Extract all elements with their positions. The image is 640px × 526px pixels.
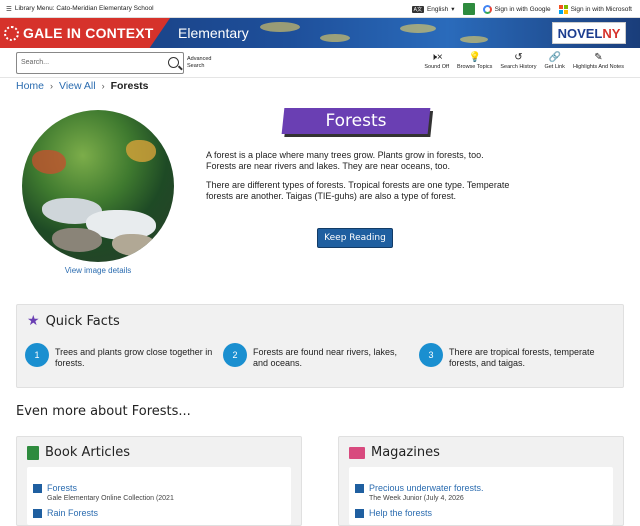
- google-classroom-icon[interactable]: [462, 3, 475, 15]
- fact-text: Forests are found near rivers, lakes, an…: [253, 347, 398, 368]
- summary-paragraph-2: There are different types of forests. Tr…: [206, 180, 510, 201]
- search-placeholder: Search...: [21, 59, 50, 66]
- google-icon: [482, 4, 492, 14]
- view-image-details-link[interactable]: View image details: [22, 266, 174, 275]
- chevron-right-icon: ›: [101, 81, 105, 91]
- quick-facts-header: ★ Quick Facts: [27, 313, 120, 329]
- article-title[interactable]: Forests: [47, 483, 174, 493]
- highlights-notes-button[interactable]: ✎ Highlights And Notes: [573, 52, 624, 70]
- breadcrumb: Home › View All › Forests: [0, 78, 640, 94]
- language-select[interactable]: A文 English ▾: [411, 5, 455, 13]
- summary-paragraph-1: A forest is a place where many trees gro…: [206, 150, 484, 171]
- novelny-logo[interactable]: NOVEL NY: [552, 22, 626, 44]
- advanced-search-link[interactable]: Advanced Search: [187, 56, 217, 70]
- language-label: English: [426, 5, 449, 13]
- google-signin-button[interactable]: Sign in with Google: [482, 4, 551, 14]
- article-icon: [33, 509, 42, 518]
- quick-facts-panel: ★ Quick Facts 1 Trees and plants grow cl…: [16, 304, 624, 388]
- top-bar: ☰ Library Menu: Cato-Meridian Elementary…: [0, 0, 640, 18]
- list-item[interactable]: Rain Forests: [33, 508, 285, 518]
- fact-number: 1: [25, 343, 49, 367]
- speaker-mute-icon: 🕨×: [430, 52, 443, 63]
- fact-number: 2: [223, 343, 247, 367]
- topic-hero: View image details Forests A forest is a…: [0, 94, 640, 294]
- microsoft-signin-label: Sign in with Microsoft: [570, 5, 632, 13]
- link-icon: 🔗: [548, 52, 561, 63]
- fact-item: 2 Forests are found near rivers, lakes, …: [223, 343, 413, 369]
- book-articles-header: Book Articles: [27, 445, 130, 460]
- lightbulb-icon: 💡: [468, 52, 481, 63]
- keep-reading-button[interactable]: Keep Reading: [317, 228, 393, 248]
- novelny-logo-text-a: NOVEL: [557, 25, 603, 41]
- more-heading: Even more about Forests...: [16, 404, 191, 419]
- page-title: Forests: [325, 111, 387, 131]
- microsoft-icon: [558, 4, 568, 14]
- novelny-logo-text-b: NY: [602, 25, 621, 41]
- get-link-label: Get Link: [544, 64, 565, 70]
- library-menu-label: Library Menu: Cato-Meridian Elementary S…: [14, 5, 154, 12]
- article-title[interactable]: Rain Forests: [47, 508, 98, 518]
- google-signin-label: Sign in with Google: [494, 5, 551, 13]
- book-articles-heading: Book Articles: [45, 445, 130, 460]
- translate-icon: A文: [411, 5, 424, 13]
- breadcrumb-home[interactable]: Home: [16, 80, 44, 92]
- fact-item: 3 There are tropical forests, temperate …: [419, 343, 609, 369]
- sound-off-label: Sound Off: [424, 64, 450, 70]
- topic-summary: A forest is a place where many trees gro…: [206, 150, 516, 210]
- microsoft-signin-button[interactable]: Sign in with Microsoft: [558, 4, 632, 14]
- topic-title-band: Forests: [281, 108, 431, 134]
- star-icon: ★: [27, 313, 40, 329]
- fact-text: Trees and plants grow close together in …: [55, 347, 213, 368]
- library-menu[interactable]: ☰ Library Menu: Cato-Meridian Elementary…: [6, 5, 154, 13]
- search-icon[interactable]: [168, 56, 179, 68]
- list-item[interactable]: Precious underwater forests. The Week Jun…: [355, 483, 607, 502]
- breadcrumb-view-all[interactable]: View All: [59, 80, 96, 92]
- article-icon: [355, 484, 364, 493]
- pencil-icon: ✎: [594, 52, 603, 63]
- forest-river-image[interactable]: [22, 110, 174, 262]
- quick-facts-heading: Quick Facts: [45, 313, 120, 329]
- magazine-icon: [349, 446, 365, 459]
- search-history-button[interactable]: ↺ Search History: [500, 52, 536, 70]
- brand-name: GALE IN CONTEXT: [23, 25, 154, 41]
- list-item[interactable]: Forests Gale Elementary Online Collection…: [33, 483, 285, 502]
- level-label: Elementary: [178, 25, 249, 41]
- header-banner: GALE IN CONTEXT Elementary NOVEL NY: [0, 18, 640, 48]
- search-input[interactable]: Search...: [16, 51, 184, 74]
- history-icon: ↺: [514, 52, 523, 63]
- menu-icon: ☰: [6, 5, 12, 13]
- browse-topics-label: Browse Topics: [457, 64, 493, 70]
- browse-topics-button[interactable]: 💡 Browse Topics: [457, 52, 492, 70]
- caret-down-icon: ▾: [451, 6, 455, 13]
- fact-item: 1 Trees and plants grow close together i…: [25, 343, 215, 369]
- article-icon: [355, 509, 364, 518]
- gale-logo[interactable]: GALE IN CONTEXT: [0, 18, 170, 48]
- search-history-label: Search History: [500, 64, 537, 70]
- article-source: The Week Junior (July 4, 2026: [369, 495, 464, 502]
- get-link-button[interactable]: 🔗 Get Link: [544, 52, 564, 70]
- magazines-panel: Magazines Precious underwater forests. Th…: [338, 436, 624, 526]
- chevron-right-icon: ›: [50, 81, 54, 91]
- highlights-notes-label: Highlights And Notes: [572, 64, 624, 70]
- fact-text: There are tropical forests, temperate fo…: [449, 347, 595, 368]
- article-icon: [33, 484, 42, 493]
- list-item[interactable]: Help the forests: [355, 508, 607, 518]
- article-source: Gale Elementary Online Collection (2021: [47, 495, 174, 502]
- toolbar: Search... Advanced Search 🕨× Sound Off 💡 B…: [0, 48, 640, 78]
- book-articles-panel: Book Articles Forests Gale Elementary Onl…: [16, 436, 302, 526]
- article-title[interactable]: Precious underwater forests.: [369, 483, 484, 493]
- fact-number: 3: [419, 343, 443, 367]
- article-title[interactable]: Help the forests: [369, 508, 432, 518]
- gale-logo-icon: [4, 25, 19, 41]
- magazines-heading: Magazines: [371, 445, 440, 460]
- magazines-header: Magazines: [349, 445, 440, 460]
- book-icon: [27, 445, 39, 460]
- sound-off-button[interactable]: 🕨× Sound Off: [424, 52, 449, 70]
- breadcrumb-current: Forests: [110, 80, 149, 92]
